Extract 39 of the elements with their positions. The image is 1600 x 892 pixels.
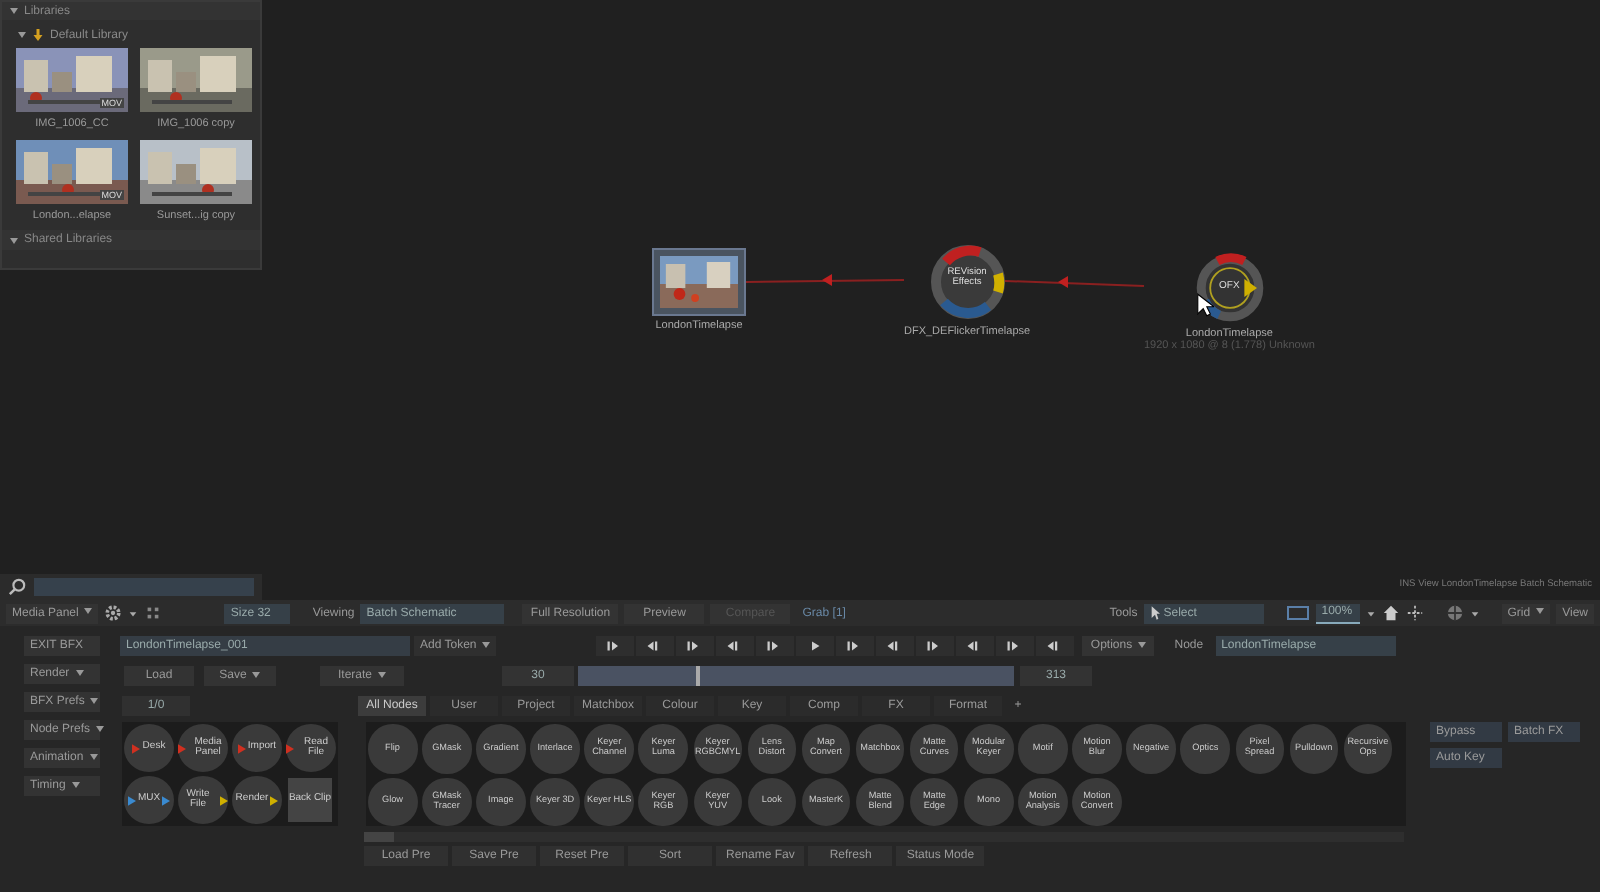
timeline-slider[interactable] [578, 666, 1014, 686]
settings-icon[interactable] [104, 604, 123, 622]
arrow-icon [127, 795, 136, 805]
globe-icon[interactable] [1445, 604, 1464, 622]
search-icon[interactable] [8, 578, 26, 596]
dropdown-icon[interactable] [1365, 607, 1376, 619]
output-node[interactable] [1193, 252, 1266, 324]
arrow-icon [132, 743, 141, 753]
grip-icon[interactable] [144, 604, 163, 622]
arrow-icon [286, 743, 294, 753]
transport-button[interactable] [636, 636, 675, 656]
transport-button[interactable] [956, 636, 995, 656]
dropdown-icon[interactable] [1469, 607, 1480, 619]
transport-button[interactable] [596, 636, 635, 656]
transport-button[interactable] [996, 636, 1035, 656]
effect-node[interactable] [927, 242, 1008, 322]
transport-button[interactable] [756, 636, 795, 656]
scrollbar[interactable] [364, 832, 394, 842]
transport-button[interactable] [796, 636, 835, 656]
transport-button[interactable] [836, 636, 875, 656]
arrow-icon [220, 795, 228, 805]
home-icon[interactable] [1381, 604, 1400, 622]
clip-node[interactable] [652, 248, 746, 316]
arrow-icon [162, 795, 171, 805]
pointer-icon [1149, 606, 1160, 620]
transport-button[interactable] [876, 636, 915, 656]
transport-button[interactable] [1036, 636, 1075, 656]
arrow-icon [237, 743, 246, 753]
transport-button[interactable] [676, 636, 715, 656]
arrow-icon [178, 743, 186, 753]
slider-thumb[interactable] [695, 666, 700, 686]
cursor-icon [1196, 292, 1214, 318]
fit-icon[interactable] [1405, 604, 1424, 622]
search-field[interactable] [34, 578, 254, 596]
dropdown-icon[interactable] [128, 607, 139, 619]
viewport-icon[interactable] [1285, 604, 1310, 622]
transport-button[interactable] [716, 636, 755, 656]
arrow-icon [270, 795, 279, 805]
transport-button[interactable] [916, 636, 955, 656]
